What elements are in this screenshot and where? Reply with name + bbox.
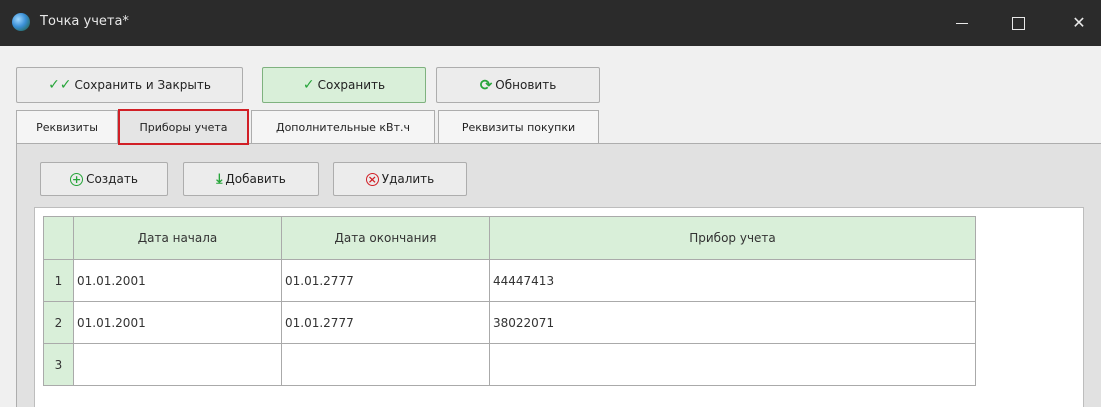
add-button[interactable]: ⤓ Добавить	[183, 162, 319, 196]
column-header-meter[interactable]: Прибор учета	[489, 216, 976, 260]
refresh-icon: ⟳	[479, 76, 493, 94]
minimize-button[interactable]	[940, 0, 984, 46]
download-arrow-icon: ⤓	[216, 171, 223, 187]
maximize-button[interactable]	[996, 0, 1040, 46]
table-row[interactable]: 2 01.01.2001 01.01.2777 38022071	[43, 301, 976, 344]
refresh-button[interactable]: ⟳ Обновить	[436, 67, 600, 103]
tab-meters[interactable]: Приборы учета	[118, 109, 249, 145]
tab-requisites[interactable]: Реквизиты	[16, 110, 118, 144]
grid-corner-cell	[43, 216, 74, 260]
column-header-end-date[interactable]: Дата окончания	[281, 216, 490, 260]
tab-label: Реквизиты покупки	[461, 121, 576, 134]
delete-button[interactable]: × Удалить	[333, 162, 467, 196]
start-date-cell[interactable]	[73, 343, 282, 386]
delete-label: Удалить	[381, 172, 435, 186]
meters-grid: Дата начала Дата окончания Прибор учета …	[43, 216, 976, 386]
create-button[interactable]: + Создать	[40, 162, 168, 196]
app-globe-icon	[12, 13, 30, 31]
minimize-icon	[956, 23, 968, 24]
table-row[interactable]: 1 01.01.2001 01.01.2777 44447413	[43, 259, 976, 302]
tab-label: Дополнительные кВт.ч	[275, 121, 411, 134]
end-date-cell[interactable]	[281, 343, 490, 386]
tab-label: Приборы учета	[139, 121, 228, 134]
plus-circle-icon: +	[70, 172, 84, 186]
start-date-cell[interactable]: 01.01.2001	[73, 259, 282, 302]
row-number: 3	[43, 343, 74, 386]
end-date-cell[interactable]: 01.01.2777	[281, 301, 490, 344]
tab-purchase-requisites[interactable]: Реквизиты покупки	[438, 110, 599, 144]
row-number: 2	[43, 301, 74, 344]
window-titlebar: Точка учета* ✕	[0, 0, 1101, 46]
x-circle-icon: ×	[365, 172, 379, 186]
row-number: 1	[43, 259, 74, 302]
tab-additional-kwh[interactable]: Дополнительные кВт.ч	[251, 110, 435, 144]
maximize-icon	[1011, 17, 1025, 30]
window-title: Точка учета*	[40, 14, 129, 29]
save-and-close-label: Сохранить и Закрыть	[74, 78, 211, 92]
meter-cell[interactable]: 38022071	[489, 301, 976, 344]
create-label: Создать	[86, 172, 138, 186]
end-date-cell[interactable]: 01.01.2777	[281, 259, 490, 302]
close-icon: ✕	[1072, 13, 1086, 32]
double-check-icon: ✓✓	[48, 77, 72, 93]
save-button[interactable]: ✓ Сохранить	[262, 67, 426, 103]
check-icon: ✓	[302, 77, 315, 93]
add-label: Добавить	[225, 172, 286, 186]
close-button[interactable]: ✕	[1057, 0, 1101, 46]
save-label: Сохранить	[317, 78, 386, 92]
tab-label: Реквизиты	[36, 121, 98, 134]
refresh-label: Обновить	[495, 78, 557, 92]
table-row[interactable]: 3	[43, 343, 976, 386]
meter-cell[interactable]	[489, 343, 976, 386]
meters-grid-container: Дата начала Дата окончания Прибор учета …	[34, 207, 1084, 407]
column-header-start-date[interactable]: Дата начала	[73, 216, 282, 260]
start-date-cell[interactable]: 01.01.2001	[73, 301, 282, 344]
save-and-close-button[interactable]: ✓✓ Сохранить и Закрыть	[16, 67, 243, 103]
meter-cell[interactable]: 44447413	[489, 259, 976, 302]
grid-header-row: Дата начала Дата окончания Прибор учета	[43, 216, 976, 260]
